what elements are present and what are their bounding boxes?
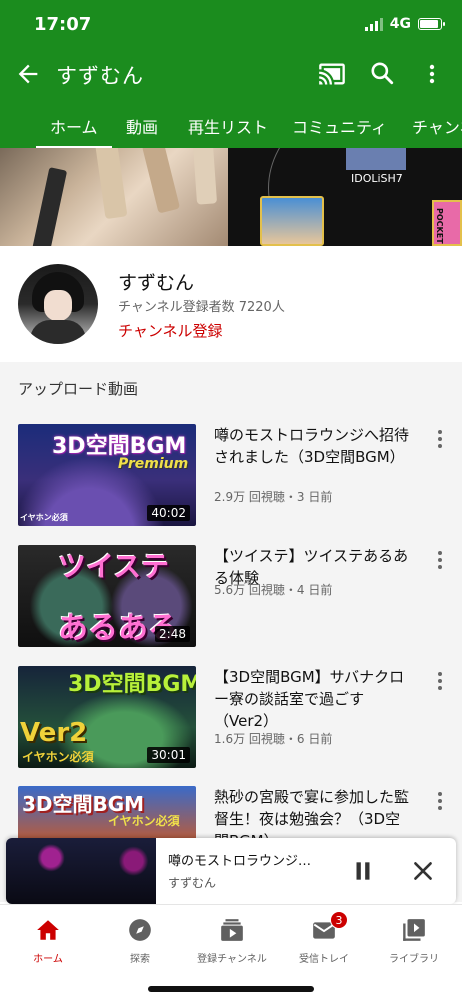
thumbnail-text: ツイステ [58, 550, 170, 583]
video-more-icon[interactable] [432, 551, 448, 571]
network-label: 4G [389, 16, 411, 32]
back-arrow-icon[interactable] [14, 60, 42, 88]
status-time: 17:07 [34, 14, 92, 35]
channel-avatar[interactable] [18, 264, 98, 344]
app-header: 17:07 4G すずむん ホーム 動画 再生リスト コミュニティ チャン [0, 0, 462, 148]
status-indicators: 4G [364, 16, 445, 32]
home-indicator[interactable] [148, 986, 314, 992]
video-thumbnail[interactable]: 3D空間BGM Premium イヤホン必須 40:02 [18, 424, 196, 526]
section-title: アップロード動画 [18, 380, 139, 398]
mini-player[interactable]: 噂のモストロラウンジ… すずむん [6, 838, 456, 904]
video-more-icon[interactable] [432, 430, 448, 450]
tab-community[interactable]: コミュニティ [292, 114, 387, 138]
mini-player-channel: すずむん [168, 876, 217, 890]
video-meta: 1.6万 回視聴・6 日前 [214, 732, 333, 746]
video-thumbnail[interactable]: 3D空間BGM Ver2 イヤホン必須 30:01 [18, 666, 196, 768]
nav-explore[interactable]: 探索 [94, 917, 186, 966]
nav-home[interactable]: ホーム [2, 917, 94, 966]
video-duration: 40:02 [147, 505, 190, 521]
video-more-icon[interactable] [432, 792, 448, 812]
video-title[interactable]: 噂のモストロラウンジへ招待されました（3D空間BGM） [214, 424, 414, 468]
nav-inbox[interactable]: 3 受信トレイ [278, 911, 370, 966]
status-bar: 17:07 4G [0, 14, 462, 38]
nav-label: 登録チャンネル [197, 954, 267, 965]
tab-channels[interactable]: チャンネル [412, 114, 462, 138]
channel-tabs: ホーム 動画 再生リスト コミュニティ チャンネル [0, 106, 462, 148]
toolbar: すずむん [0, 56, 462, 92]
pause-icon[interactable] [350, 858, 376, 884]
subscriptions-icon [221, 919, 243, 941]
video-duration: 2:48 [155, 626, 190, 642]
thumbnail-text: 3D空間BGM [68, 672, 196, 697]
close-icon[interactable] [410, 858, 436, 884]
tab-videos[interactable]: 動画 [126, 114, 158, 138]
banner-image-left [0, 148, 228, 246]
channel-banner: IDOLiSH7 POCKET [0, 148, 462, 246]
battery-icon [418, 18, 445, 30]
subscribe-button[interactable]: チャンネル登録 [118, 320, 223, 341]
library-icon [403, 919, 425, 941]
video-more-icon[interactable] [432, 672, 448, 692]
channel-info: すずむん チャンネル登録者数 7220人 チャンネル登録 [0, 246, 462, 362]
channel-name: すずむん [118, 272, 195, 294]
thumbnail-text: イヤホン必須 [108, 814, 180, 828]
explore-icon [129, 919, 151, 941]
home-icon [37, 920, 59, 940]
page-title: すずむん [56, 64, 144, 88]
more-options-icon[interactable] [420, 60, 444, 88]
search-icon[interactable] [369, 60, 395, 86]
banner-pocket-label: POCKET [435, 208, 444, 244]
inbox-badge: 3 [330, 911, 348, 929]
nav-label: 探索 [130, 954, 150, 965]
thumbnail-text: Premium [118, 456, 189, 472]
mini-player-thumbnail[interactable] [6, 838, 156, 904]
nav-subscriptions[interactable]: 登録チャンネル [186, 917, 278, 966]
nav-label: 受信トレイ [299, 954, 349, 965]
nav-library[interactable]: ライブラリ [368, 917, 460, 966]
signal-icon [364, 17, 383, 31]
video-meta: 5.6万 回視聴・4 日前 [214, 583, 333, 597]
banner-image-right: IDOLiSH7 POCKET [228, 148, 462, 246]
video-item[interactable]: 3D空間BGM Premium イヤホン必須 40:02 噂のモストロラウンジへ… [0, 424, 462, 534]
video-meta: 2.9万 回視聴・3 日前 [214, 490, 333, 504]
thumbnail-text: Ver2 [20, 718, 88, 748]
video-title[interactable]: 【3D空間BGM】サバナクロー寮の談話室で過ごす（Ver2） [214, 666, 414, 732]
tab-home[interactable]: ホーム [36, 114, 111, 148]
cast-icon[interactable] [318, 60, 346, 88]
video-item[interactable]: ツイステ あるある 2:48 【ツイステ】ツイステあるある体験 5.6万 回視聴… [0, 545, 462, 655]
video-item[interactable]: 3D空間BGM Ver2 イヤホン必須 30:01 【3D空間BGM】サバナクロ… [0, 666, 462, 776]
uploads-section: アップロード動画 3D空間BGM Premium イヤホン必須 40:02 噂の… [0, 362, 462, 902]
video-thumbnail[interactable]: ツイステ あるある 2:48 [18, 545, 196, 647]
nav-label: ライブラリ [389, 954, 439, 965]
video-duration: 30:01 [147, 747, 190, 763]
nav-label: ホーム [33, 954, 63, 965]
thumbnail-text: イヤホン必須 [22, 750, 94, 764]
subscriber-count: チャンネル登録者数 7220人 [118, 300, 285, 315]
mini-player-title[interactable]: 噂のモストロラウンジ… [168, 850, 328, 869]
tab-playlists[interactable]: 再生リスト [188, 114, 268, 138]
banner-idolish-label: IDOLiSH7 [351, 172, 403, 185]
thumbnail-text: イヤホン必須 [20, 513, 68, 522]
app-screen: 17:07 4G すずむん ホーム 動画 再生リスト コミュニティ チャン ID… [0, 0, 462, 1000]
